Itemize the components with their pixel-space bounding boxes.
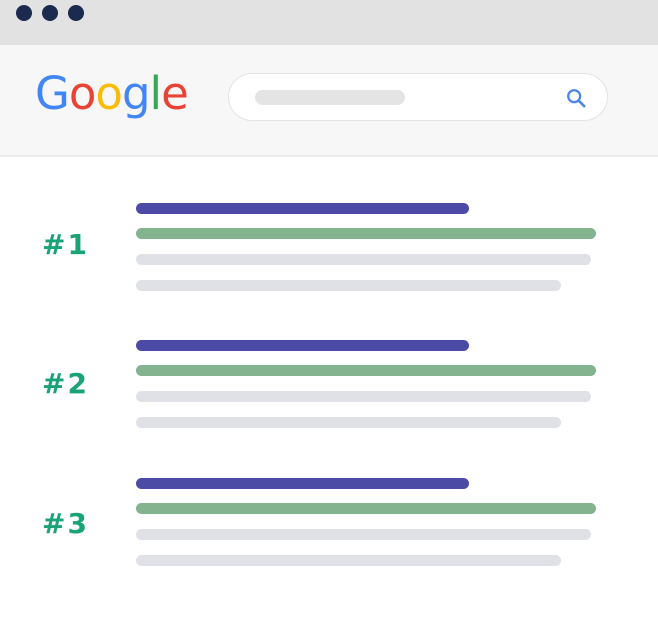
search-result-3[interactable]: #3 (0, 475, 658, 575)
result-title-line[interactable] (136, 478, 469, 489)
result-snippet-line-1 (136, 391, 591, 402)
result-rank: #2 (42, 367, 89, 400)
result-snippet-line-2 (136, 555, 561, 566)
logo-letter-l: l (149, 67, 162, 120)
logo-letter-e: e (161, 67, 189, 120)
result-snippet-line-2 (136, 280, 561, 291)
logo-letter-g: G (35, 67, 70, 120)
title-bar (0, 0, 658, 45)
result-rank: #3 (42, 507, 89, 540)
result-snippet-line-2 (136, 417, 561, 428)
window-control-dot-3[interactable] (68, 5, 84, 21)
window-control-dot-1[interactable] (16, 5, 32, 21)
logo-letter-o2: o (95, 67, 123, 120)
result-url-line (136, 228, 596, 239)
search-result-1[interactable]: #1 (0, 200, 658, 300)
search-result-2[interactable]: #2 (0, 337, 658, 437)
result-rank: #1 (42, 228, 89, 261)
result-title-line[interactable] (136, 203, 469, 214)
result-snippet-line-1 (136, 529, 591, 540)
logo-letter-o1: o (68, 67, 97, 120)
browser-window: Google #1 #2 #3 (0, 0, 658, 632)
search-placeholder (255, 90, 405, 105)
window-control-dot-2[interactable] (42, 5, 58, 21)
search-input[interactable] (228, 73, 608, 121)
result-url-line (136, 365, 596, 376)
result-url-line (136, 503, 596, 514)
search-header: Google (0, 45, 658, 157)
result-snippet-line-1 (136, 254, 591, 265)
search-icon[interactable] (565, 87, 587, 109)
google-logo[interactable]: Google (35, 71, 189, 116)
logo-letter-g2: g (121, 67, 151, 120)
result-title-line[interactable] (136, 340, 469, 351)
